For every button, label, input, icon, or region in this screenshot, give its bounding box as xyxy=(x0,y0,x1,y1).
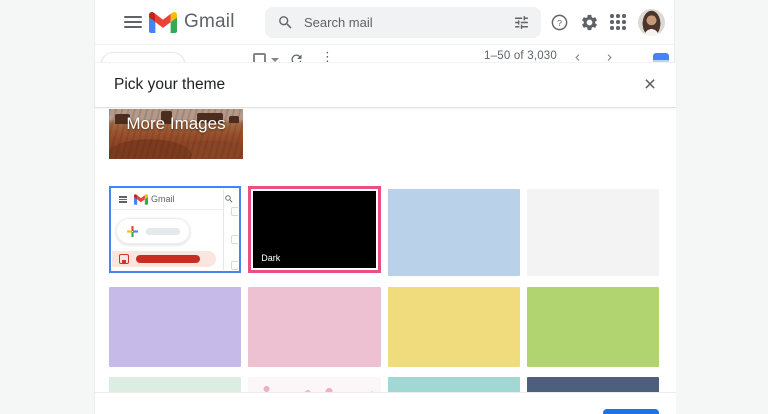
hamburger-bar xyxy=(124,16,142,18)
theme-slate-blue[interactable] xyxy=(527,377,659,393)
dialog-body: More Images xyxy=(95,108,676,393)
dialog-header: Pick your theme × xyxy=(95,63,676,108)
profile-avatar[interactable] xyxy=(638,9,665,36)
theme-soft-blue[interactable] xyxy=(388,189,520,276)
svg-text:?: ? xyxy=(557,18,562,28)
app-header: Gmail Search mail ? xyxy=(95,0,674,45)
settings-gear-icon[interactable] xyxy=(580,13,599,32)
dark-swatch: Dark xyxy=(253,191,375,268)
dot xyxy=(622,20,626,24)
dark-theme-label: Dark xyxy=(261,253,280,263)
dot xyxy=(622,26,626,30)
theme-green[interactable] xyxy=(527,287,659,367)
more-images-label: More Images xyxy=(109,114,243,134)
dot xyxy=(616,26,620,30)
dot xyxy=(622,14,626,18)
dot xyxy=(610,20,614,24)
app-title: Gmail xyxy=(184,11,235,33)
theme-grid: Gmail xyxy=(109,186,659,393)
google-apps-grid-icon[interactable] xyxy=(610,14,626,30)
theme-blossom[interactable] xyxy=(248,377,380,393)
dot xyxy=(610,14,614,18)
hamburger-bar xyxy=(124,26,142,28)
close-icon[interactable]: × xyxy=(636,71,664,99)
mini-checkbox xyxy=(231,261,238,270)
dot xyxy=(610,26,614,30)
mini-inbox-row xyxy=(112,251,216,267)
hamburger-menu-icon[interactable] xyxy=(124,16,142,28)
theme-light-gray[interactable] xyxy=(527,189,659,276)
pagination-label: 1–50 of 3,030 xyxy=(484,50,557,62)
theme-pink[interactable] xyxy=(248,287,380,367)
screen: Gmail Search mail ? xyxy=(0,0,768,414)
save-button[interactable] xyxy=(603,409,659,414)
mini-multicolor-plus-icon xyxy=(126,225,139,238)
mini-gmail-preview: Gmail xyxy=(112,189,238,270)
gmail-logo-icon[interactable] xyxy=(149,12,177,33)
mini-checkbox xyxy=(231,207,238,216)
search-input[interactable]: Search mail xyxy=(265,7,541,38)
theme-yellow[interactable] xyxy=(388,287,520,367)
dot xyxy=(616,20,620,24)
help-icon[interactable]: ? xyxy=(550,13,569,32)
gmail-window: Gmail Search mail ? xyxy=(94,0,675,414)
search-options-icon[interactable] xyxy=(513,14,530,31)
mini-gray-bar xyxy=(146,228,180,235)
dialog-footer xyxy=(95,392,676,414)
mini-gmail-logo-icon xyxy=(134,194,148,205)
mail-toolbar: ⋮ 1–50 of 3,030 xyxy=(95,45,674,62)
theme-dark[interactable]: Dark xyxy=(248,186,380,273)
mini-inbox-icon xyxy=(119,254,129,264)
bar xyxy=(119,196,127,198)
theme-picker-dialog: Pick your theme × More Images xyxy=(95,62,676,414)
mini-brand-label: Gmail xyxy=(151,194,175,204)
theme-lavender[interactable] xyxy=(109,287,241,367)
theme-teal[interactable] xyxy=(388,377,520,393)
search-placeholder: Search mail xyxy=(304,15,513,30)
bar xyxy=(119,199,127,201)
theme-photo-more-images[interactable]: More Images xyxy=(109,109,243,159)
mini-search-icon xyxy=(224,194,234,204)
mini-compose-pill xyxy=(116,218,190,244)
dialog-title: Pick your theme xyxy=(114,76,225,94)
search-icon[interactable] xyxy=(277,14,294,31)
mini-red-bar xyxy=(136,255,200,263)
bar xyxy=(119,201,127,203)
theme-light-preview[interactable]: Gmail xyxy=(109,186,241,273)
hamburger-bar xyxy=(124,21,142,23)
dot xyxy=(616,14,620,18)
fill xyxy=(122,260,126,263)
theme-mint[interactable] xyxy=(109,377,241,393)
mini-checkbox xyxy=(231,235,238,244)
mini-hamburger-icon xyxy=(119,196,127,202)
